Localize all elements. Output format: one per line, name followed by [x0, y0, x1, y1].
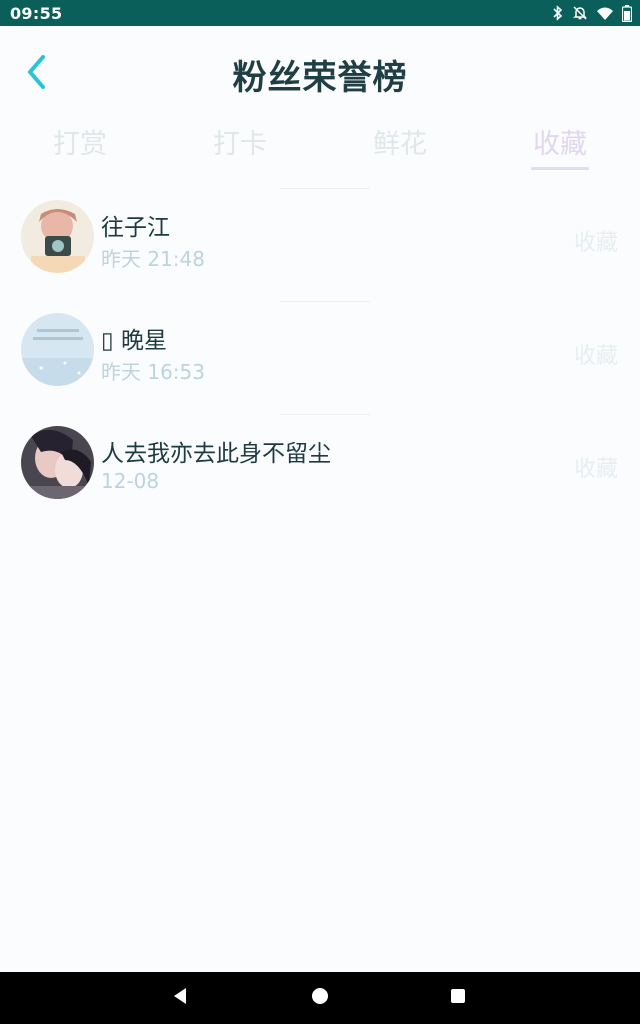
- tab-checkin[interactable]: 打卡: [160, 118, 320, 172]
- tab-favorites[interactable]: 收藏: [480, 118, 640, 172]
- list-item-time: 12-08: [101, 469, 160, 493]
- nav-home-button[interactable]: [290, 972, 350, 1024]
- divider: [280, 414, 370, 415]
- divider: [280, 301, 370, 302]
- divider: [280, 188, 370, 189]
- list-item-name: 人去我亦去此身不留尘: [101, 441, 331, 467]
- tab-reward[interactable]: 打赏: [0, 118, 160, 172]
- nav-recents-button[interactable]: [428, 972, 488, 1024]
- system-nav-bar: [0, 972, 640, 1024]
- tab-label: 收藏: [533, 129, 587, 160]
- list-item-time: 昨天 21:48: [101, 247, 205, 271]
- back-triangle-icon: [172, 987, 188, 1009]
- tab-label: 鲜花: [373, 129, 427, 160]
- fan-list: 往子江 昨天 21:48 收藏 ▯ 晚星 昨天 16:53 收藏 人去我亦去此身…: [0, 184, 640, 523]
- recents-square-icon: [450, 988, 466, 1008]
- nav-back-button[interactable]: [150, 972, 210, 1024]
- list-item-action: 收藏: [573, 344, 618, 369]
- tab-flowers[interactable]: 鲜花: [320, 118, 480, 172]
- wifi-icon: [596, 6, 614, 21]
- tab-label: 打卡: [213, 129, 267, 160]
- status-time: 09:55: [10, 3, 63, 23]
- avatar[interactable]: [21, 426, 94, 499]
- status-bar: 09:55: [0, 0, 640, 26]
- list-item-name: 往子江: [101, 215, 170, 241]
- notifications-off-icon: [572, 5, 588, 21]
- battery-icon: [622, 4, 632, 22]
- active-tab-indicator: [531, 167, 589, 170]
- list-item-time: 昨天 16:53: [101, 360, 205, 384]
- list-item[interactable]: 人去我亦去此身不留尘 12-08 收藏: [0, 410, 640, 523]
- bluetooth-icon: [552, 5, 564, 21]
- tab-bar: 打赏 打卡 鲜花 收藏: [0, 118, 640, 172]
- page-title: 粉丝荣誉榜: [232, 57, 408, 98]
- home-circle-icon: [311, 987, 329, 1009]
- list-item-name: ▯ 晚星: [101, 328, 167, 354]
- tab-label: 打赏: [53, 129, 107, 160]
- list-item[interactable]: ▯ 晚星 昨天 16:53 收藏: [0, 297, 640, 410]
- avatar[interactable]: [21, 313, 94, 386]
- list-item-action: 收藏: [573, 231, 618, 256]
- status-icons: [552, 4, 632, 22]
- list-item[interactable]: 往子江 昨天 21:48 收藏: [0, 184, 640, 297]
- avatar[interactable]: [21, 200, 94, 273]
- list-item-action: 收藏: [573, 457, 618, 482]
- back-button[interactable]: [18, 54, 54, 94]
- header: 粉丝荣誉榜: [0, 26, 640, 122]
- chevron-left-icon: [25, 54, 47, 94]
